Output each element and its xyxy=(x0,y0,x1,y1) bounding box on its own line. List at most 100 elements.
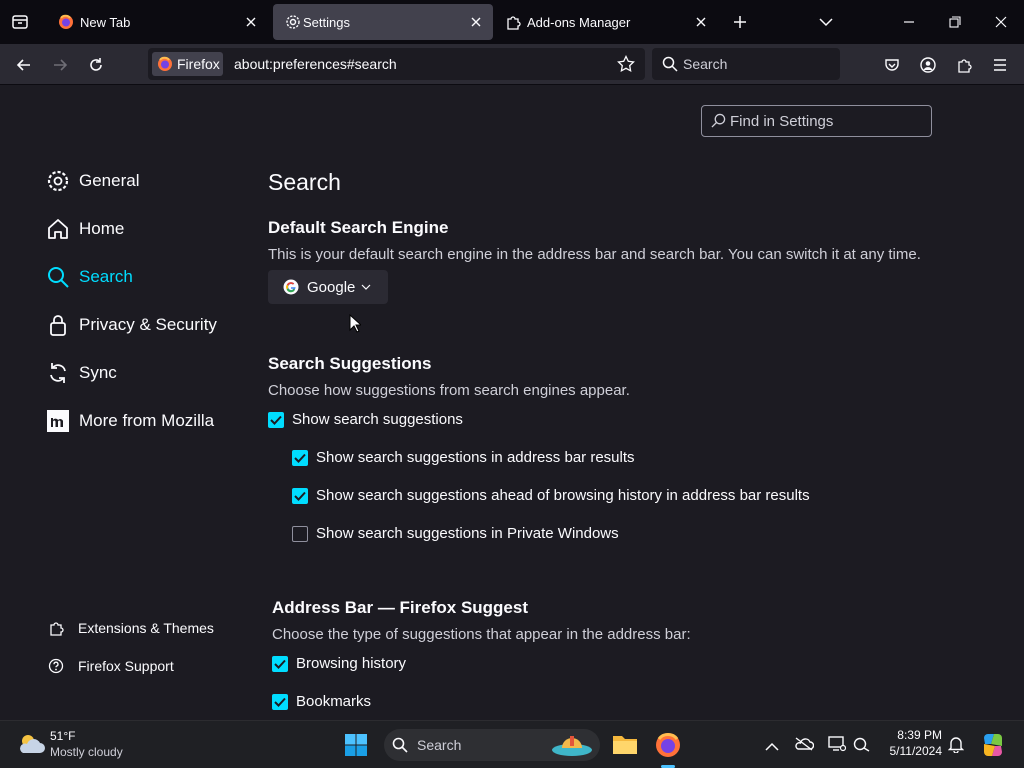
browsing-history-checkbox[interactable]: Browsing history xyxy=(272,655,406,672)
sidebar-item-search[interactable]: Search xyxy=(45,261,133,293)
network-icon[interactable] xyxy=(853,736,871,757)
search-suggestions-heading: Search Suggestions xyxy=(268,354,432,373)
new-tab-button[interactable] xyxy=(727,9,753,35)
close-tab-icon[interactable] xyxy=(242,13,260,31)
weather-widget[interactable]: 51°F Mostly cloudy xyxy=(14,727,144,763)
reload-button[interactable] xyxy=(83,52,109,78)
help-icon xyxy=(47,657,65,675)
sidebar-item-sync[interactable]: Sync xyxy=(45,357,117,389)
default-search-engine-description: This is your default search engine in th… xyxy=(268,246,921,263)
sidebar-item-privacy-security[interactable]: Privacy & Security xyxy=(45,309,217,341)
sidebar-item-label: Sync xyxy=(79,363,117,382)
tab-new-tab[interactable]: New Tab xyxy=(46,4,268,40)
clock[interactable]: 8:39 PM 5/11/2024 xyxy=(878,727,943,759)
taskbar-search-box[interactable]: Search xyxy=(384,729,600,761)
checkmark-icon xyxy=(292,449,308,466)
windows-taskbar: 51°F Mostly cloudy Search 8:39 PM 5/11/2… xyxy=(0,720,1024,768)
sidebar-item-label: Search xyxy=(79,267,133,286)
weather-description: Mostly cloudy xyxy=(50,745,123,759)
firefox-logo-icon xyxy=(157,56,173,72)
extensions-puzzle-icon[interactable] xyxy=(951,52,977,78)
checkmark-icon xyxy=(272,655,288,672)
sidebar-item-label: Privacy & Security xyxy=(79,315,217,334)
sidebar-item-label: Home xyxy=(79,219,125,238)
sidebar-item-general[interactable]: General xyxy=(45,165,139,197)
mozilla-icon xyxy=(45,408,71,434)
clock-time: 8:39 PM xyxy=(897,728,942,742)
chevron-down-icon xyxy=(361,284,371,290)
search-highlight-icon xyxy=(550,732,594,761)
file-explorer-icon[interactable] xyxy=(612,732,638,756)
notification-bell-icon[interactable] xyxy=(947,735,965,758)
gear-icon xyxy=(285,14,301,30)
sidebar-item-label: More from Mozilla xyxy=(79,411,215,430)
google-logo-icon xyxy=(283,279,299,295)
address-bar[interactable]: Firefox about:preferences#search xyxy=(148,48,645,80)
forward-button[interactable] xyxy=(47,52,73,78)
checkbox-label: Show search suggestions xyxy=(292,411,463,428)
hamburger-menu-icon[interactable] xyxy=(987,52,1013,78)
sidebar-item-label: General xyxy=(79,171,140,190)
puzzle-icon xyxy=(47,619,65,637)
bookmark-star-icon[interactable] xyxy=(613,51,639,77)
firefox-suggest-heading: Address Bar — Firefox Suggest xyxy=(272,598,529,617)
identity-box[interactable]: Firefox xyxy=(152,52,223,76)
sidebar-item-home[interactable]: Home xyxy=(45,213,124,245)
checkmark-icon xyxy=(272,693,288,710)
suggestions-ahead-of-history-checkbox[interactable]: Show search suggestions ahead of browsin… xyxy=(292,487,810,504)
tab-label: New Tab xyxy=(80,15,131,30)
footer-link-label: Extensions & Themes xyxy=(78,620,214,636)
sync-icon xyxy=(45,360,71,386)
tab-list-button[interactable] xyxy=(7,9,33,35)
tab-strip: New Tab Settings Add-ons Manager xyxy=(0,0,1024,44)
address-bar-suggestions-checkbox[interactable]: Show search suggestions in address bar r… xyxy=(292,449,635,466)
search-icon xyxy=(392,737,408,756)
private-windows-suggestions-checkbox[interactable]: Show search suggestions in Private Windo… xyxy=(292,525,619,542)
tab-label: Add-ons Manager xyxy=(527,15,631,30)
weather-temp: 51°F xyxy=(50,729,76,743)
extensions-themes-link[interactable]: Extensions & Themes xyxy=(47,619,214,637)
minimize-window-button[interactable] xyxy=(896,9,922,35)
tab-settings[interactable]: Settings xyxy=(273,4,493,40)
mouse-cursor-icon xyxy=(349,313,363,338)
back-button[interactable] xyxy=(11,52,37,78)
checkbox-label: Show search suggestions in address bar r… xyxy=(316,449,635,466)
pocket-icon[interactable] xyxy=(879,52,905,78)
default-engine-dropdown[interactable]: Google xyxy=(268,270,388,304)
checkbox-label: Show search suggestions in Private Windo… xyxy=(316,525,619,542)
search-bar[interactable]: Search xyxy=(652,48,840,80)
close-tab-icon[interactable] xyxy=(692,13,710,31)
onedrive-offline-icon[interactable] xyxy=(794,736,815,757)
preferences-page: Find in Settings General Home Search Pri… xyxy=(0,85,1024,720)
checkbox-label: Show search suggestions ahead of browsin… xyxy=(316,487,810,504)
lock-icon xyxy=(45,312,71,338)
clock-date: 5/11/2024 xyxy=(889,744,943,758)
copilot-icon[interactable] xyxy=(980,732,1006,763)
page-title: Search xyxy=(268,169,341,195)
bookmarks-checkbox[interactable]: Bookmarks xyxy=(272,693,371,710)
show-search-suggestions-checkbox[interactable]: Show search suggestions xyxy=(268,411,463,428)
sidebar-item-more-from-mozilla[interactable]: More from Mozilla xyxy=(45,405,214,437)
search-suggestions-description: Choose how suggestions from search engin… xyxy=(268,382,630,399)
search-icon xyxy=(711,113,726,132)
chevron-down-icon[interactable] xyxy=(813,9,839,35)
navigation-toolbar: Firefox about:preferences#search Search xyxy=(0,44,1024,85)
display-icon[interactable] xyxy=(828,736,847,757)
find-in-settings-input[interactable]: Find in Settings xyxy=(701,105,932,137)
restore-window-button[interactable] xyxy=(942,9,968,35)
windows-start-icon[interactable] xyxy=(344,733,368,757)
tab-addons-manager[interactable]: Add-ons Manager xyxy=(497,4,719,40)
find-placeholder: Find in Settings xyxy=(730,113,834,130)
firefox-taskbar-icon[interactable] xyxy=(654,731,682,768)
checkmark-icon xyxy=(268,411,284,428)
close-tab-icon[interactable] xyxy=(467,13,485,31)
account-icon[interactable] xyxy=(915,52,941,78)
search-icon xyxy=(662,56,678,77)
close-window-button[interactable] xyxy=(988,9,1014,35)
identity-label: Firefox xyxy=(177,56,220,72)
chevron-up-icon[interactable] xyxy=(765,739,779,757)
firefox-support-link[interactable]: Firefox Support xyxy=(47,657,174,675)
url-text[interactable]: about:preferences#search xyxy=(234,56,397,72)
tab-label: Settings xyxy=(303,15,350,30)
checkmark-icon xyxy=(292,487,308,504)
